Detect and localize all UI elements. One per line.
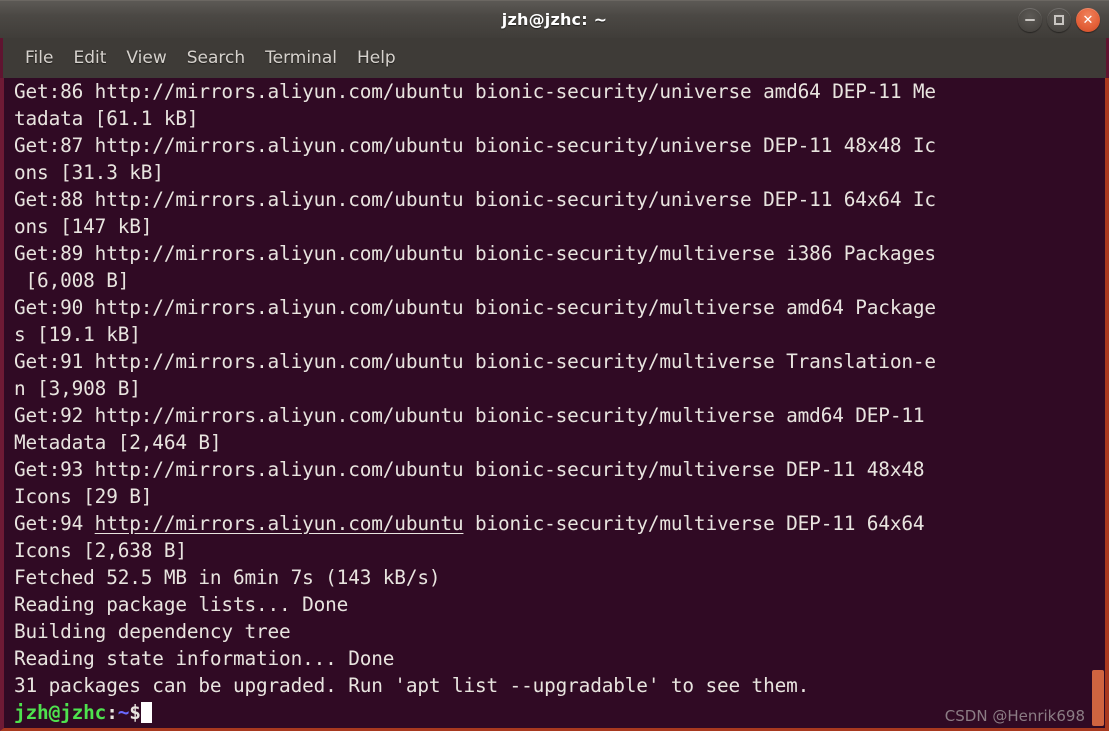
terminal-line: Get:93 http://mirrors.aliyun.com/ubuntu …	[14, 458, 925, 481]
minimize-icon	[1018, 8, 1042, 32]
menu-bar: File Edit View Search Terminal Help	[0, 38, 1109, 78]
window-controls: ✕	[1018, 8, 1100, 32]
shell-prompt-line[interactable]: jzh@jzhc:~$	[8, 699, 1093, 726]
terminal-line: n [3,908 B]	[14, 377, 141, 400]
terminal-line: Get:89 http://mirrors.aliyun.com/ubuntu …	[14, 242, 936, 265]
terminal-window: jzh@jzhc: ~ ✕ File Edit View Search Term…	[0, 0, 1109, 731]
link-line-prefix: Get:94	[14, 512, 95, 535]
maximize-icon	[1047, 8, 1071, 32]
scrollbar-thumb[interactable]	[1092, 670, 1104, 726]
maximize-button[interactable]	[1047, 8, 1071, 32]
minimize-button[interactable]	[1018, 8, 1042, 32]
terminal-line: ons [147 kB]	[14, 215, 153, 238]
terminal-line: Reading state information... Done	[14, 647, 395, 670]
menu-item-terminal[interactable]: Terminal	[255, 45, 347, 71]
terminal-url-link[interactable]: http://mirrors.aliyun.com/ubuntu	[95, 512, 464, 535]
terminal-line: Get:90 http://mirrors.aliyun.com/ubuntu …	[14, 296, 936, 319]
terminal-line: Get:86 http://mirrors.aliyun.com/ubuntu …	[14, 80, 936, 103]
terminal-line: 31 packages can be upgraded. Run 'apt li…	[14, 674, 810, 697]
terminal-line: Icons [2,638 B]	[14, 539, 187, 562]
terminal-line: Metadata [2,464 B]	[14, 431, 222, 454]
menu-item-view[interactable]: View	[116, 45, 176, 71]
menu-item-help[interactable]: Help	[347, 45, 406, 71]
terminal-line: Get:92 http://mirrors.aliyun.com/ubuntu …	[14, 404, 925, 427]
prompt-path: ~	[117, 701, 130, 724]
terminal-line-with-link: Get:94 http://mirrors.aliyun.com/ubuntu …	[8, 510, 1093, 537]
terminal-line: Building dependency tree	[14, 620, 291, 643]
prompt-separator: :	[106, 701, 118, 724]
link-line-suffix: bionic-security/multiverse DEP-11 64x64	[463, 512, 925, 535]
prompt-sigil: $	[129, 701, 141, 724]
terminal-scrollbar[interactable]	[1091, 78, 1105, 728]
terminal-line: [6,008 B]	[14, 269, 130, 292]
terminal-line: s [19.1 kB]	[14, 323, 141, 346]
terminal-line: Reading package lists... Done	[14, 593, 349, 616]
close-icon: ✕	[1082, 12, 1094, 28]
close-button[interactable]: ✕	[1076, 8, 1100, 32]
terminal-line: ons [31.3 kB]	[14, 161, 164, 184]
terminal-screen[interactable]: Get:86 http://mirrors.aliyun.com/ubuntu …	[8, 78, 1093, 728]
text-cursor	[140, 702, 152, 723]
terminal-line: Get:88 http://mirrors.aliyun.com/ubuntu …	[14, 188, 936, 211]
menu-item-file[interactable]: File	[15, 45, 63, 71]
terminal-line: tadata [61.1 kB]	[14, 107, 199, 130]
terminal-line: Icons [29 B]	[14, 485, 153, 508]
menu-item-search[interactable]: Search	[177, 45, 255, 71]
terminal-line: Get:91 http://mirrors.aliyun.com/ubuntu …	[14, 350, 936, 373]
terminal-line: Fetched 52.5 MB in 6min 7s (143 kB/s)	[14, 566, 441, 589]
window-title: jzh@jzhc: ~	[501, 10, 608, 29]
terminal-body[interactable]: Get:86 http://mirrors.aliyun.com/ubuntu …	[0, 78, 1109, 731]
prompt-user-host: jzh@jzhc	[14, 701, 107, 724]
terminal-line: Get:87 http://mirrors.aliyun.com/ubuntu …	[14, 134, 936, 157]
watermark: CSDN @Henrik698	[944, 707, 1085, 725]
title-bar[interactable]: jzh@jzhc: ~ ✕	[0, 0, 1109, 38]
menu-item-edit[interactable]: Edit	[63, 45, 116, 71]
